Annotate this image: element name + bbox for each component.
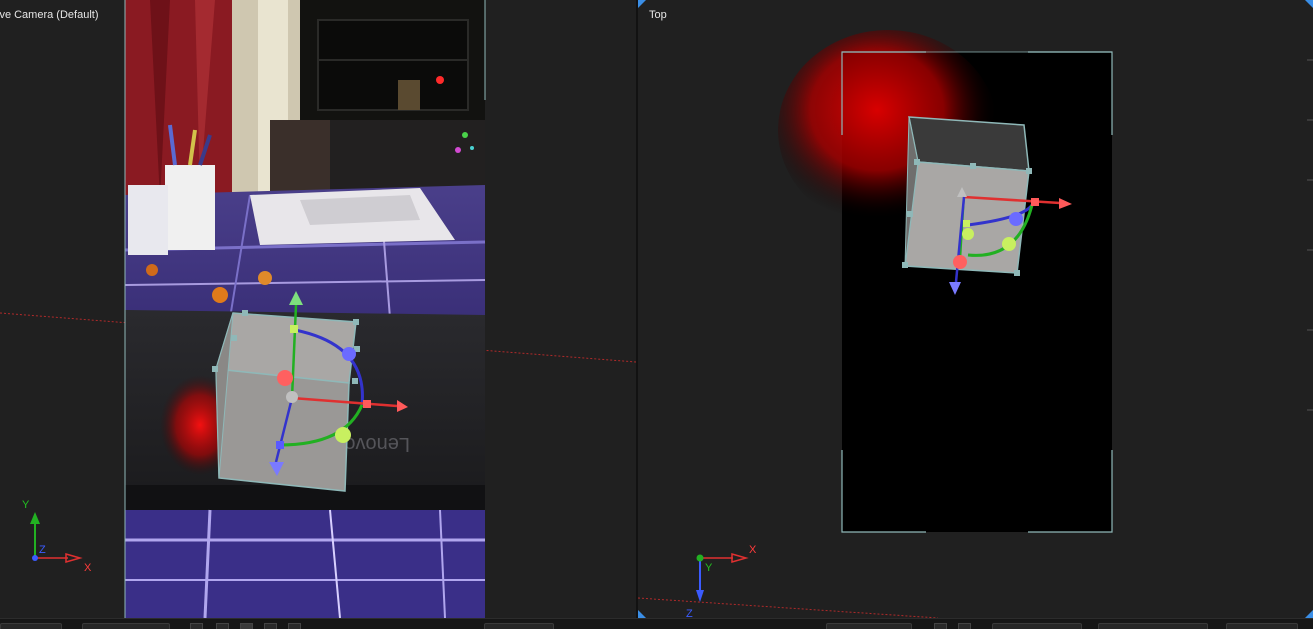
svg-text:Lenovo: Lenovo	[344, 433, 410, 455]
bbox-handle[interactable]	[352, 378, 358, 384]
view-mode-button[interactable]	[958, 623, 971, 629]
3d-editor: Lenovo Y Z X ive Camera (Default) X Y Z …	[0, 0, 1313, 629]
view-mode-button[interactable]	[240, 623, 253, 629]
gizmo-center[interactable]	[286, 391, 298, 403]
perspective-viewport[interactable]: Lenovo Y Z X ive Camera (Default)	[0, 0, 636, 618]
viewport-corner-accent	[1305, 0, 1313, 8]
viewport-corner-accent	[638, 0, 646, 8]
view-mode-button[interactable]	[264, 623, 277, 629]
rotate-handle-y[interactable]	[335, 427, 351, 443]
grid-x-axis-line	[638, 597, 939, 618]
toolbar-field[interactable]	[1226, 623, 1298, 629]
rotate-handle-y2[interactable]	[1002, 237, 1016, 251]
axis-widget	[696, 553, 749, 602]
axis-widget	[30, 512, 83, 563]
rotate-handle-x[interactable]	[953, 255, 967, 269]
toolbar-field[interactable]	[992, 623, 1082, 629]
axis-label-y: Y	[22, 499, 30, 511]
top-viewport[interactable]: X Y Z Top	[638, 0, 1313, 618]
bbox-handle[interactable]	[1026, 168, 1032, 174]
scale-y-handle[interactable]	[963, 220, 970, 227]
view-mode-button[interactable]	[190, 623, 203, 629]
top-scene[interactable]: X Y Z	[638, 0, 1313, 618]
axis-label-y: Y	[705, 562, 713, 574]
rotate-handle-z[interactable]	[1009, 212, 1023, 226]
view-mode-button[interactable]	[216, 623, 229, 629]
viewport-corner-accent	[1305, 610, 1313, 618]
bbox-handle[interactable]	[907, 211, 913, 217]
scale-x-handle[interactable]	[363, 400, 371, 408]
view-mode-button[interactable]	[288, 623, 301, 629]
scale-x-handle[interactable]	[1031, 198, 1039, 206]
viewport-corner-accent	[638, 610, 646, 618]
toolbar-field[interactable]	[826, 623, 912, 629]
toolbar-field[interactable]	[1098, 623, 1208, 629]
bbox-handle[interactable]	[1014, 270, 1020, 276]
view-mode-button[interactable]	[934, 623, 947, 629]
bbox-handle[interactable]	[970, 163, 976, 169]
bbox-handle[interactable]	[231, 335, 237, 341]
bottom-toolbar	[0, 618, 1313, 629]
perspective-scene[interactable]: Lenovo Y Z X	[0, 0, 636, 618]
axis-label-z: Z	[686, 608, 693, 618]
bbox-handle[interactable]	[242, 310, 248, 316]
axis-label-x: X	[84, 562, 92, 574]
rotate-handle-x[interactable]	[277, 370, 293, 386]
toolbar-field[interactable]	[484, 623, 554, 629]
rotate-handle-y[interactable]	[962, 228, 974, 240]
scale-y-handle[interactable]	[290, 325, 298, 333]
scale-z-handle[interactable]	[276, 441, 284, 449]
viewport-title: ive Camera (Default)	[0, 9, 99, 21]
camera-feed-image: Lenovo	[124, 0, 486, 618]
rotate-handle-z[interactable]	[342, 347, 356, 361]
bbox-handle[interactable]	[212, 366, 218, 372]
axis-label-z: Z	[39, 544, 46, 556]
bbox-handle[interactable]	[914, 159, 920, 165]
bbox-handle[interactable]	[353, 319, 359, 325]
viewport-title: Top	[649, 9, 667, 21]
bbox-handle[interactable]	[902, 262, 908, 268]
toolbar-field[interactable]	[82, 623, 170, 629]
axis-label-x: X	[749, 544, 757, 556]
toolbar-field[interactable]	[0, 623, 62, 629]
